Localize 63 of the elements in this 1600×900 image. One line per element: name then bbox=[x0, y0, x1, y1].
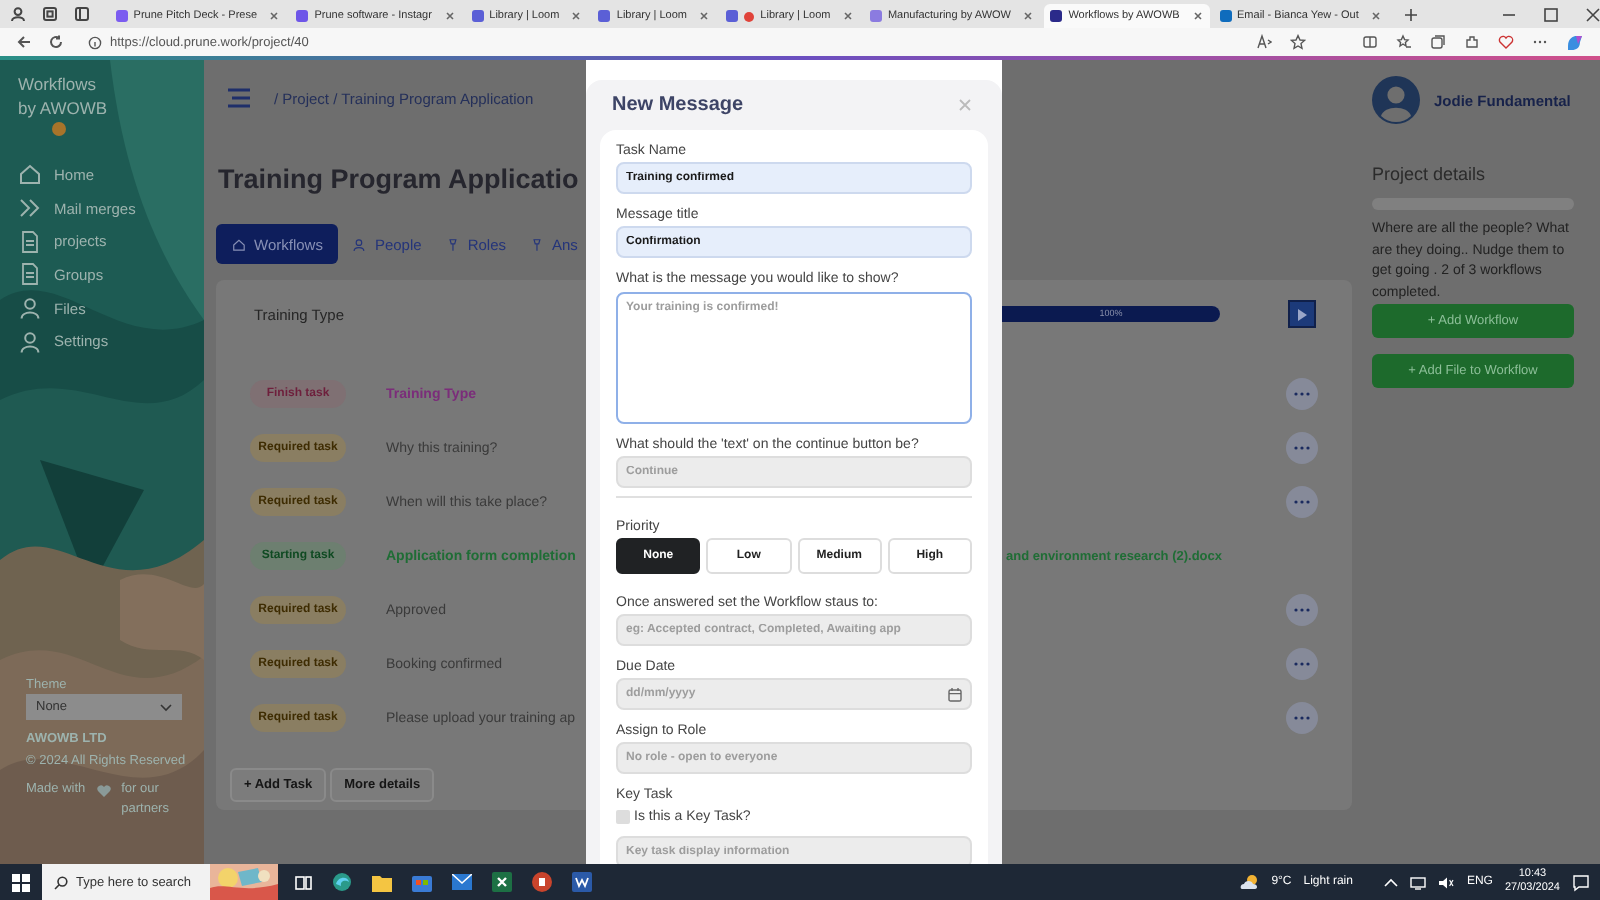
person-icon bbox=[18, 296, 42, 321]
new-tab-icon[interactable] bbox=[1404, 7, 1418, 21]
pin-icon bbox=[530, 237, 544, 251]
home-icon bbox=[18, 162, 42, 187]
mail-icon[interactable] bbox=[452, 874, 472, 890]
workspaces-icon[interactable] bbox=[42, 6, 58, 22]
home-icon bbox=[232, 237, 246, 251]
profile-icon[interactable] bbox=[10, 6, 26, 22]
favorite-icon[interactable] bbox=[1290, 34, 1306, 50]
close-icon[interactable] bbox=[1022, 10, 1035, 22]
task-view-icon[interactable] bbox=[294, 873, 312, 891]
windows-icon[interactable] bbox=[12, 873, 30, 891]
checkbox[interactable] bbox=[616, 810, 630, 824]
weather-icon bbox=[1239, 874, 1260, 890]
search-icon bbox=[54, 875, 68, 889]
close-icon[interactable] bbox=[1370, 10, 1383, 22]
play-button[interactable] bbox=[1288, 300, 1316, 328]
performance-icon[interactable] bbox=[1498, 34, 1514, 50]
volume-icon[interactable] bbox=[1438, 875, 1455, 889]
read-aloud-icon[interactable] bbox=[1256, 34, 1272, 50]
favorites-icon[interactable] bbox=[1396, 34, 1412, 50]
chevron-up-icon[interactable] bbox=[1384, 877, 1399, 887]
browser-icon[interactable] bbox=[332, 872, 352, 892]
brand-name: Workflows bbox=[18, 72, 99, 96]
double-chevron-icon bbox=[18, 196, 42, 221]
document-icon bbox=[18, 229, 42, 254]
spreadsheet-icon[interactable] bbox=[492, 872, 512, 892]
menu-icon[interactable] bbox=[226, 88, 252, 108]
play-icon bbox=[1296, 307, 1308, 321]
close-icon[interactable] bbox=[268, 10, 281, 22]
tab-actions-icon[interactable] bbox=[74, 6, 90, 22]
split-screen-icon[interactable] bbox=[1362, 34, 1378, 50]
maximize-icon[interactable] bbox=[1544, 7, 1558, 21]
presentation-icon[interactable] bbox=[532, 872, 552, 892]
close-icon[interactable] bbox=[570, 10, 583, 22]
page-title: Training Program Applicatio bbox=[218, 162, 581, 198]
person-icon bbox=[18, 329, 42, 354]
collections-icon[interactable] bbox=[1430, 34, 1446, 50]
store-icon[interactable] bbox=[412, 872, 432, 892]
folder-icon[interactable] bbox=[372, 873, 392, 891]
brand-name: by AWOWB bbox=[18, 96, 110, 120]
reload-icon[interactable] bbox=[48, 34, 64, 50]
document-icon[interactable] bbox=[572, 872, 592, 892]
heart-icon bbox=[95, 783, 112, 797]
close-icon[interactable] bbox=[1191, 10, 1204, 22]
copilot-icon[interactable] bbox=[1566, 33, 1584, 51]
caret-icon bbox=[160, 703, 172, 711]
network-icon[interactable] bbox=[1410, 875, 1427, 889]
close-icon[interactable] bbox=[841, 10, 854, 22]
extensions-icon[interactable] bbox=[1464, 34, 1480, 50]
close-icon[interactable] bbox=[443, 10, 456, 22]
close-icon[interactable] bbox=[1586, 7, 1600, 21]
notification-icon[interactable] bbox=[1572, 873, 1590, 891]
dialog-title: New Message bbox=[612, 94, 744, 116]
info-icon bbox=[88, 35, 102, 49]
pin-icon bbox=[445, 237, 460, 251]
calendar-icon bbox=[948, 687, 962, 701]
close-icon[interactable] bbox=[698, 10, 711, 22]
back-icon[interactable] bbox=[16, 34, 32, 50]
avatar-icon bbox=[1372, 76, 1420, 124]
document-icon bbox=[18, 262, 42, 287]
panel-title: Project details bbox=[1372, 164, 1488, 184]
person-icon bbox=[352, 237, 367, 251]
